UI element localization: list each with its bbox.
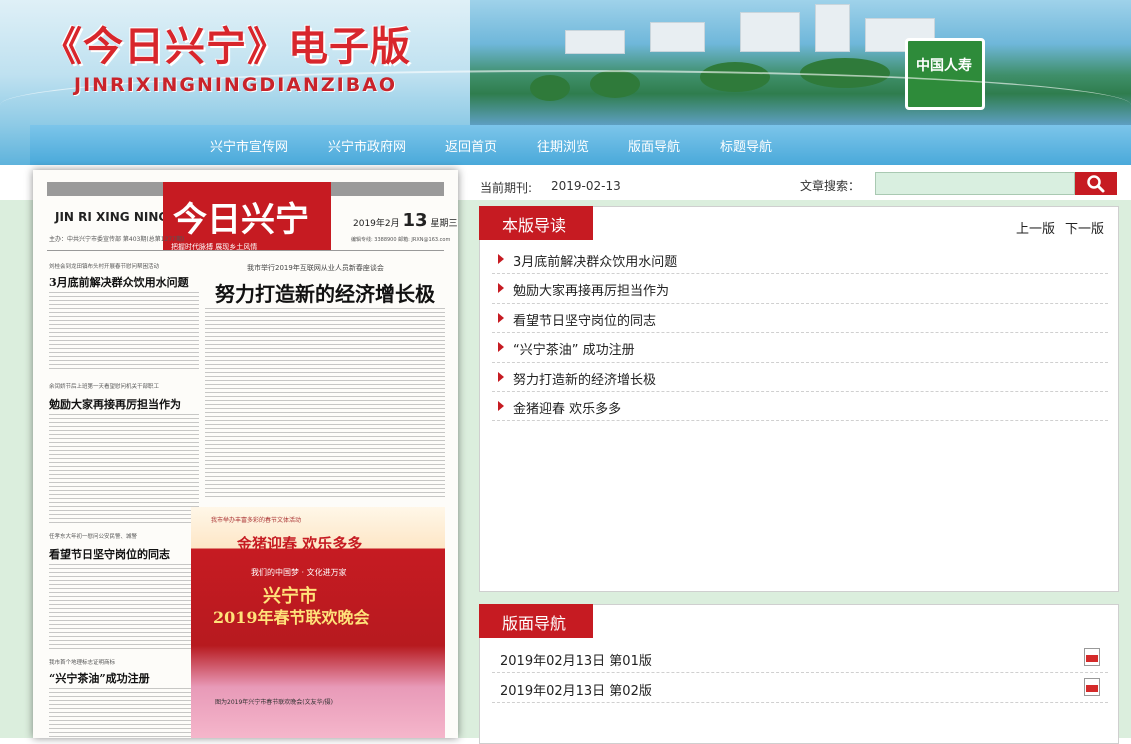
page-nav-tab: 版面导航 <box>479 604 593 638</box>
article1-body <box>49 292 199 372</box>
list-item[interactable]: “兴宁茶油” 成功注册 <box>492 333 1108 363</box>
search-icon <box>1087 175 1105 193</box>
page-list: 2019年02月13日 第01版 2019年02月13日 第02版 <box>492 643 1108 703</box>
search-button[interactable] <box>1075 172 1117 195</box>
arrow-icon <box>498 400 504 411</box>
page-list-item[interactable]: 2019年02月13日 第01版 <box>492 643 1108 673</box>
article2-pre: 余闰娇节后上班第一天看望慰问机关干部职工 <box>49 384 160 390</box>
article-guide-tab: 本版导读 <box>479 206 593 240</box>
arrow-icon <box>498 254 504 264</box>
article1-headline[interactable]: 3月底前解决群众饮用水问题 <box>49 274 189 290</box>
site-title: 《今日兴宁》电子版 <box>42 24 411 70</box>
arrow-icon <box>498 342 504 353</box>
list-item[interactable]: 看望节日坚守岗位的同志 <box>492 304 1108 334</box>
nav-home[interactable]: 返回首页 <box>445 136 497 155</box>
nav-title-nav[interactable]: 标题导航 <box>720 136 772 155</box>
nav-archive[interactable]: 往期浏览 <box>537 136 589 155</box>
article2-headline[interactable]: 勉励大家再接再厉担当作为 <box>49 396 181 412</box>
newspaper-info-left: 主办：中共兴宁市委宣传部 第403期(总第1277期) <box>49 236 185 243</box>
newspaper-logo: 今日兴宁 <box>163 182 331 250</box>
pdf-icon[interactable] <box>1084 678 1100 696</box>
issue-label: 当前期刊: <box>480 181 533 195</box>
newspaper-date: 2019年2月 13 星期三 <box>353 210 458 231</box>
newspaper-info-right: 编辑专线: 3388900 邮箱: JRXN@163.com <box>351 237 451 243</box>
masthead-pinyin: JIN RI XING NING <box>55 210 169 224</box>
article4-headline[interactable]: “兴宁茶油”成功注册 <box>49 670 150 686</box>
promo-caption: 图为2019年兴宁市春节联欢晚会(文友华/摄) <box>215 699 333 706</box>
article3-pre: 任孝东大年初一慰问公安民警、城警 <box>49 534 138 540</box>
newspaper-page-image[interactable]: JIN RI XING NING 今日兴宁 把握时代脉搏 展现乡土风情 2019… <box>33 170 458 738</box>
page-list-item[interactable]: 2019年02月13日 第02版 <box>492 673 1108 703</box>
promo-headline: 金猪迎春 欢乐多多 <box>237 535 363 553</box>
masthead-divider <box>47 250 444 251</box>
lead-body <box>205 308 445 498</box>
arrow-icon <box>498 371 504 382</box>
promo-show: 2019年春节联欢晚会 <box>213 608 370 627</box>
list-item[interactable]: 金猪迎春 欢乐多多 <box>492 392 1108 422</box>
next-page-link[interactable]: 下一版 <box>1065 218 1104 237</box>
article4-pre: 我市首个地理标志证明商标 <box>49 660 116 666</box>
promo-feature[interactable]: 我市举办丰富多彩的春节文体活动 金猪迎春 欢乐多多 我们的中国梦 · 文化进万家… <box>191 507 445 738</box>
article-guide-panel: 本版导读 上一版 下一版 3月底前解决群众饮用水问题 勉励大家再接再厉担当作为 … <box>479 206 1119 592</box>
arrow-icon <box>498 312 504 323</box>
nav-xuanchuan[interactable]: 兴宁市宣传网 <box>210 136 288 155</box>
nav-zhengfu[interactable]: 兴宁市政府网 <box>328 136 406 155</box>
prev-page-link[interactable]: 上一版 <box>1016 218 1055 237</box>
article2-body <box>49 414 199 524</box>
article3-headline[interactable]: 看望节日坚守岗位的同志 <box>49 546 170 562</box>
promo-band: 我们的中国梦 · 文化进万家 <box>251 568 347 577</box>
list-item[interactable]: 勉励大家再接再厉担当作为 <box>492 274 1108 304</box>
promo-kicker: 我市举办丰富多彩的春节文体活动 <box>211 517 302 524</box>
search-input[interactable] <box>875 172 1075 195</box>
article4-body <box>49 688 199 738</box>
site-subtitle: JINRIXINGNINGDIANZIBAO <box>74 74 398 96</box>
lead-headline[interactable]: 努力打造新的经济增长极 <box>215 278 435 307</box>
arrow-icon <box>498 283 504 294</box>
nav-page-nav[interactable]: 版面导航 <box>628 136 680 155</box>
list-item[interactable]: 3月底前解决群众饮用水问题 <box>492 245 1108 275</box>
article-list: 3月底前解决群众饮用水问题 勉励大家再接再厉担当作为 看望节日坚守岗位的同志 “… <box>492 245 1108 422</box>
search-label: 文章搜索： <box>800 179 861 193</box>
lead-pre: 我市举行2019年互联网从业人员新春座谈会 <box>247 264 384 272</box>
issue-date: 2019-02-13 <box>551 179 621 193</box>
article1-pre: 刘桂会到龙田镇布头村开展春节慰问帮困活动 <box>49 264 160 270</box>
pdf-icon[interactable] <box>1084 648 1100 666</box>
article3-body <box>49 564 199 652</box>
main-nav: 兴宁市宣传网 兴宁市政府网 返回首页 往期浏览 版面导航 标题导航 <box>30 125 1131 165</box>
list-item[interactable]: 努力打造新的经济增长极 <box>492 363 1108 392</box>
page-nav-panel: 版面导航 2019年02月13日 第01版 2019年02月13日 第02版 <box>479 604 1119 744</box>
